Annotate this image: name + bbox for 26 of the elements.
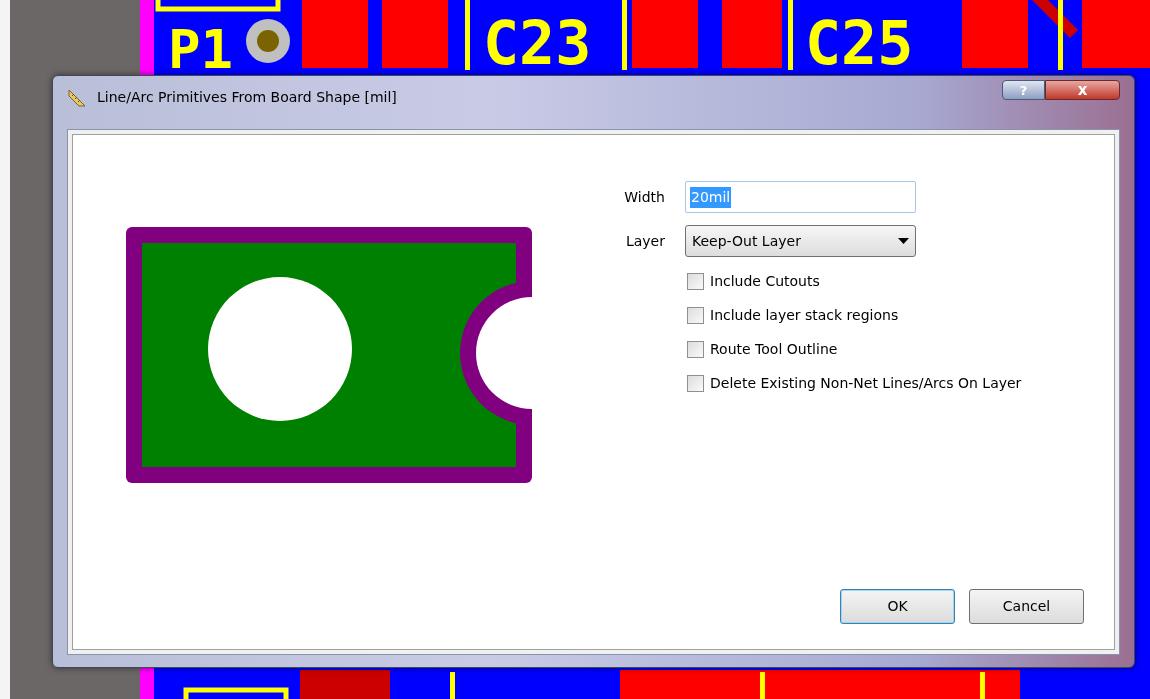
pad <box>1082 0 1150 68</box>
designator-label: P1 <box>168 18 234 81</box>
pad <box>962 0 1028 68</box>
checkbox-label: Include Cutouts <box>710 271 820 291</box>
pad <box>382 0 448 68</box>
checkbox-label: Include layer stack regions <box>710 305 899 325</box>
via <box>246 19 290 63</box>
layer-dropdown[interactable]: Keep-Out Layer <box>685 225 916 257</box>
layer-label: Layer <box>624 231 665 251</box>
designator-label: C23 <box>483 8 592 78</box>
ruler-icon <box>67 87 87 108</box>
checkbox[interactable] <box>687 340 704 358</box>
pad <box>722 0 782 68</box>
ok-button[interactable]: OK <box>840 589 955 624</box>
checkbox[interactable] <box>687 272 704 290</box>
pad <box>302 0 368 68</box>
checkbox-label: Delete Existing Non-Net Lines/Arcs On Layer <box>710 373 1022 393</box>
cancel-button[interactable]: Cancel <box>969 589 1084 624</box>
checkbox[interactable] <box>687 306 704 324</box>
designator-label: C25 <box>805 8 914 78</box>
window-title: Line/Arc Primitives From Board Shape [mil] <box>97 88 397 107</box>
checkbox-label: Route Tool Outline <box>710 339 838 359</box>
width-label: Width <box>623 187 665 207</box>
caret-icon <box>898 238 909 244</box>
checkbox[interactable] <box>687 374 704 392</box>
pad <box>632 0 698 68</box>
